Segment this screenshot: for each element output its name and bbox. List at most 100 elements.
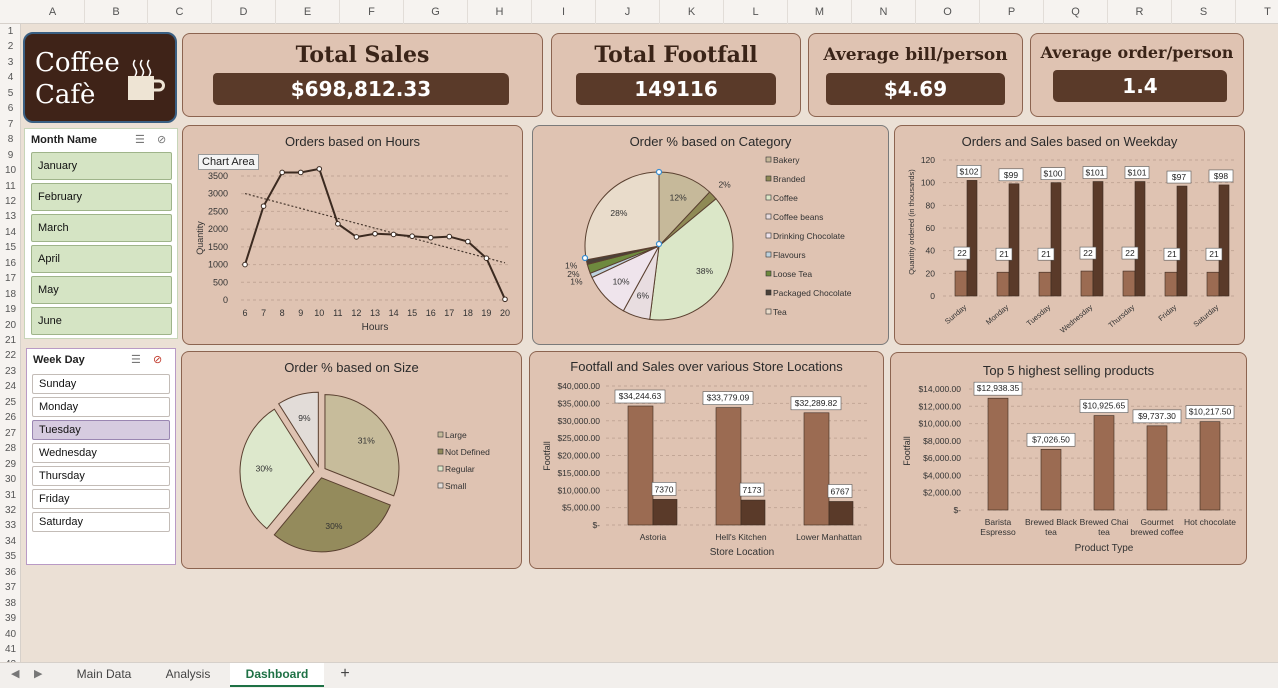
row-header[interactable]: 22 — [0, 350, 21, 361]
row-header[interactable]: 41 — [0, 644, 21, 655]
pie-data-label: 6% — [637, 290, 650, 300]
chart-weekday[interactable]: Orders and Sales based on Weekday 0 20 40 6… — [894, 125, 1245, 345]
row-header[interactable]: 21 — [0, 335, 21, 346]
add-sheet-button[interactable]: + — [330, 663, 360, 687]
row-header[interactable]: 38 — [0, 598, 21, 609]
row-header[interactable]: 32 — [0, 505, 21, 516]
column-header[interactable]: R — [1108, 0, 1172, 24]
kpi-average-bill[interactable]: Average bill/person $4.69 — [808, 33, 1023, 117]
row-header[interactable]: 15 — [0, 242, 21, 253]
weekday-slicer-item[interactable]: Tuesday — [32, 420, 170, 440]
row-header[interactable]: 12 — [0, 196, 21, 207]
column-header[interactable]: T — [1236, 0, 1278, 24]
tab-scroll-left-icon[interactable]: ◀ — [11, 667, 19, 680]
row-header[interactable]: 24 — [0, 381, 21, 392]
column-header[interactable]: D — [212, 0, 276, 24]
row-header[interactable]: 40 — [0, 629, 21, 640]
column-header[interactable]: A — [21, 0, 85, 24]
month-slicer[interactable]: Month Name ☰ ⊘ January February March April… — [24, 128, 178, 339]
legend-label: Tea — [773, 307, 787, 317]
column-header[interactable]: G — [404, 0, 468, 24]
row-header[interactable]: 34 — [0, 536, 21, 547]
weekday-slicer-item[interactable]: Wednesday — [32, 443, 170, 463]
row-header[interactable]: 10 — [0, 165, 21, 176]
row-header[interactable]: 6 — [0, 103, 21, 114]
row-header[interactable]: 8 — [0, 134, 21, 145]
month-slicer-item[interactable]: June — [31, 307, 172, 335]
row-header[interactable]: 26 — [0, 412, 21, 423]
column-header[interactable]: N — [852, 0, 916, 24]
clear-filter-icon[interactable]: ⊘ — [157, 133, 166, 146]
row-header[interactable]: 37 — [0, 582, 21, 593]
row-header[interactable]: 2 — [0, 41, 21, 52]
row-header[interactable]: 20 — [0, 320, 21, 331]
row-header[interactable]: 36 — [0, 567, 21, 578]
row-header[interactable]: 5 — [0, 88, 21, 99]
chart-top-products[interactable]: Top 5 highest selling products $- $2,000.… — [890, 352, 1247, 565]
row-header[interactable]: 18 — [0, 289, 21, 300]
kpi-average-order[interactable]: Average order/person 1.4 — [1030, 33, 1244, 117]
column-header[interactable]: O — [916, 0, 980, 24]
row-header[interactable]: 17 — [0, 273, 21, 284]
chart-orders-by-hour[interactable]: Orders based on Hours 0 500 1000 1500 2000 25… — [182, 125, 523, 345]
row-header[interactable]: 28 — [0, 443, 21, 454]
row-header[interactable]: 33 — [0, 520, 21, 531]
row-header[interactable]: 1 — [0, 26, 21, 37]
row-header[interactable]: 11 — [0, 181, 21, 192]
column-header[interactable]: K — [660, 0, 724, 24]
month-slicer-item[interactable]: April — [31, 245, 172, 273]
column-header[interactable]: M — [788, 0, 852, 24]
column-header[interactable]: P — [980, 0, 1044, 24]
x-tick-label: Barista — [985, 517, 1012, 527]
chart-store-locations[interactable]: Footfall and Sales over various Store Lo… — [529, 351, 884, 569]
kpi-total-footfall[interactable]: Total Footfall 149116 — [551, 33, 801, 117]
column-header[interactable]: I — [532, 0, 596, 24]
column-header[interactable]: B — [85, 0, 148, 24]
tab-scroll-right-icon[interactable]: ▶ — [34, 667, 42, 680]
column-header[interactable]: F — [340, 0, 404, 24]
row-header[interactable]: 39 — [0, 613, 21, 624]
month-slicer-item[interactable]: February — [31, 183, 172, 211]
column-header[interactable]: J — [596, 0, 660, 24]
row-header[interactable]: 30 — [0, 474, 21, 485]
column-header[interactable]: S — [1172, 0, 1236, 24]
column-header[interactable]: L — [724, 0, 788, 24]
month-slicer-item[interactable]: May — [31, 276, 172, 304]
tab-dashboard[interactable]: Dashboard — [230, 663, 324, 687]
column-header[interactable]: H — [468, 0, 532, 24]
row-header[interactable]: 4 — [0, 72, 21, 83]
row-header[interactable]: 31 — [0, 490, 21, 501]
row-header[interactable]: 29 — [0, 459, 21, 470]
row-header[interactable]: 25 — [0, 397, 21, 408]
weekday-slicer-item[interactable]: Sunday — [32, 374, 170, 394]
column-header[interactable]: E — [276, 0, 340, 24]
multi-select-icon[interactable]: ☰ — [135, 133, 145, 146]
row-header[interactable]: 3 — [0, 57, 21, 68]
row-header[interactable]: 23 — [0, 366, 21, 377]
tab-main-data[interactable]: Main Data — [62, 663, 146, 687]
row-header[interactable]: 14 — [0, 227, 21, 238]
row-header[interactable]: 19 — [0, 304, 21, 315]
month-slicer-item[interactable]: March — [31, 214, 172, 242]
row-header[interactable]: 35 — [0, 551, 21, 562]
row-header[interactable]: 13 — [0, 211, 21, 222]
row-header[interactable]: 7 — [0, 119, 21, 130]
chart-category-pie[interactable]: Order % based on Category 12% 2% 38% 6% 10% 1… — [532, 125, 889, 345]
tab-analysis[interactable]: Analysis — [150, 663, 226, 687]
chart-size-pie[interactable]: Order % based on Size 31% 30% 30% 9% Large No… — [181, 351, 522, 569]
kpi-total-sales[interactable]: Total Sales $698,812.33 — [182, 33, 543, 117]
weekday-slicer-item[interactable]: Monday — [32, 397, 170, 417]
weekday-slicer-item[interactable]: Thursday — [32, 466, 170, 486]
row-header[interactable]: 27 — [0, 428, 21, 439]
clear-filter-icon[interactable]: ⊘ — [153, 353, 162, 366]
column-header[interactable]: C — [148, 0, 212, 24]
month-slicer-item[interactable]: January — [31, 152, 172, 180]
weekday-slicer-item[interactable]: Saturday — [32, 512, 170, 532]
legend-label: Branded — [773, 174, 805, 184]
row-header[interactable]: 16 — [0, 258, 21, 269]
weekday-slicer-item[interactable]: Friday — [32, 489, 170, 509]
column-header[interactable]: Q — [1044, 0, 1108, 24]
row-header[interactable]: 9 — [0, 150, 21, 161]
multi-select-icon[interactable]: ☰ — [131, 353, 141, 366]
weekday-slicer[interactable]: Week Day ☰ ⊘ Sunday Monday Tuesday Wednesda… — [26, 348, 176, 565]
